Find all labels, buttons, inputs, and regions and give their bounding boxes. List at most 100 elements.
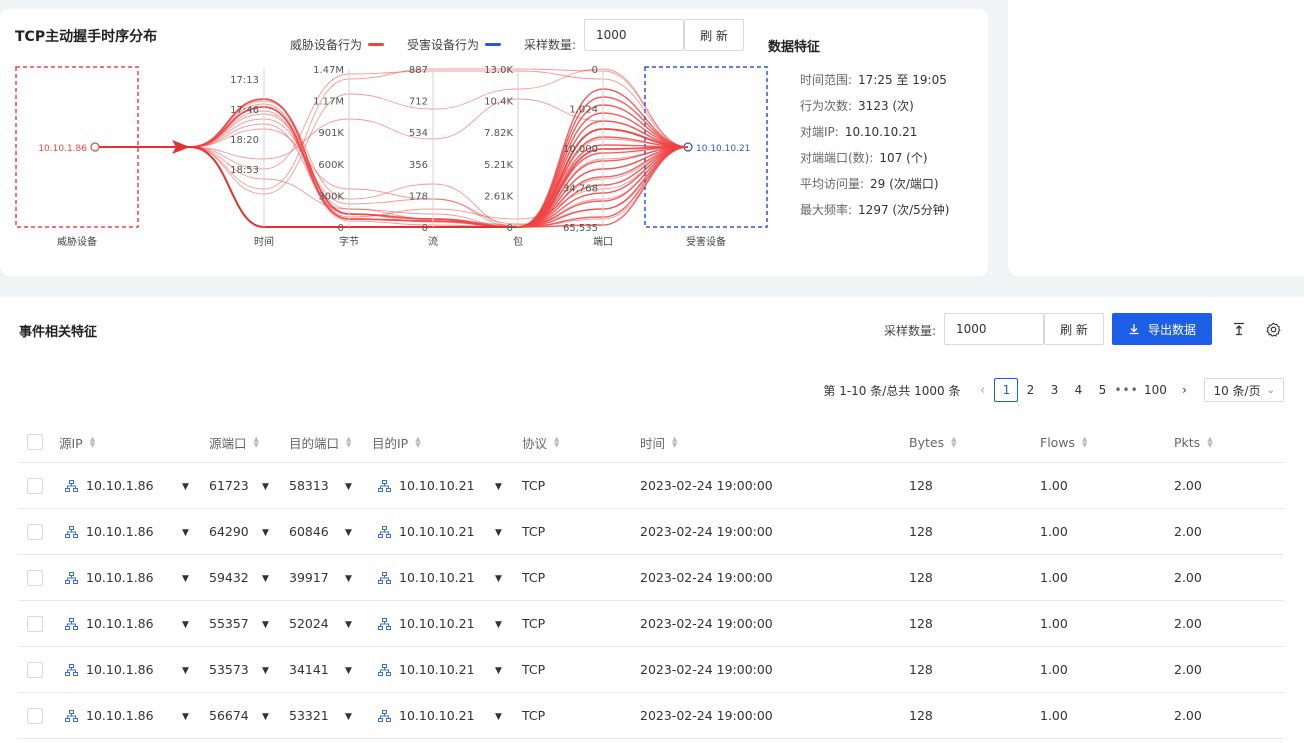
parallel-coordinates-chart: 10.10.1.86 威胁设备 10.10.10.21 受害设备 17:13 17…: [15, 65, 768, 248]
page-2[interactable]: 2: [1018, 378, 1042, 402]
dst-port-dropdown-icon[interactable]: ▼: [345, 712, 352, 722]
col-protocol[interactable]: 协议 ▲ ▼: [522, 422, 559, 462]
src-ip-dropdown-icon[interactable]: ▼: [182, 712, 189, 722]
behavior-polyline[interactable]: [189, 68, 689, 195]
bytes-cell: 128: [909, 708, 933, 723]
table-row[interactable]: 10.10.1.86 ▼ 56674 ▼ 53321 ▼ 10.10.10.21…: [19, 693, 1284, 739]
page-last[interactable]: 100: [1138, 378, 1172, 402]
src-ip-dropdown-icon[interactable]: ▼: [182, 482, 189, 492]
behavior-polyline[interactable]: [189, 70, 689, 170]
src-ip-cell: 10.10.1.86: [65, 463, 154, 508]
src-port-dropdown-icon[interactable]: ▼: [262, 574, 269, 584]
axis-name-label: 字节: [339, 235, 359, 248]
settings-gear-icon[interactable]: [1264, 320, 1282, 338]
col-pkts[interactable]: Pkts ▲ ▼: [1174, 422, 1213, 462]
src-ip-dropdown-icon[interactable]: ▼: [182, 666, 189, 676]
dst-port-cell: 60846: [289, 524, 329, 539]
col-flows[interactable]: Flows ▲ ▼: [1040, 422, 1087, 462]
pkts-cell: 2.00: [1174, 662, 1202, 677]
col-dst-port[interactable]: 目的端口 ▲ ▼: [289, 422, 351, 462]
refresh-button[interactable]: 刷 新: [684, 19, 744, 51]
src-ip-dropdown-icon[interactable]: ▼: [182, 574, 189, 584]
col-bytes[interactable]: Bytes ▲ ▼: [909, 422, 956, 462]
dst-ip-dropdown-icon[interactable]: ▼: [495, 712, 502, 722]
page-size-select[interactable]: 10 条/页 ⌄: [1204, 378, 1284, 402]
col-dst-ip[interactable]: 目的IP ▲ ▼: [372, 422, 421, 462]
row-checkbox[interactable]: [27, 509, 43, 554]
row-checkbox[interactable]: [27, 463, 43, 508]
col-time[interactable]: 时间 ▲ ▼: [640, 422, 677, 462]
column-height-icon[interactable]: [1230, 320, 1248, 338]
axis-tick-label: 1,024: [569, 105, 598, 116]
behavior-polyline[interactable]: [189, 118, 689, 228]
dst-ip-dropdown-icon[interactable]: ▼: [495, 666, 502, 676]
threat-node[interactable]: [90, 142, 100, 152]
network-icon: [378, 571, 391, 584]
dst-port-dropdown-icon[interactable]: ▼: [345, 666, 352, 676]
axis-tick-label: 18:20: [230, 135, 259, 146]
chevron-down-icon: ⌄: [1266, 384, 1275, 396]
table-row[interactable]: 10.10.1.86 ▼ 53573 ▼ 34141 ▼ 10.10.10.21…: [19, 647, 1284, 693]
export-data-button[interactable]: 导出数据: [1112, 313, 1212, 345]
legend-threat[interactable]: 威胁设备行为: [290, 36, 385, 53]
dst-port-dropdown-icon[interactable]: ▼: [345, 574, 352, 584]
dst-port-dropdown-icon[interactable]: ▼: [345, 528, 352, 538]
table-row[interactable]: 10.10.1.86 ▼ 64290 ▼ 60846 ▼ 10.10.10.21…: [19, 509, 1284, 555]
dst-ip-dropdown-icon[interactable]: ▼: [495, 574, 502, 584]
events-refresh-button[interactable]: 刷 新: [1044, 313, 1104, 345]
pagination-total: 第 1-10 条/总共 1000 条: [823, 383, 961, 398]
src-ip-cell: 10.10.1.86: [65, 693, 154, 738]
col-src-port[interactable]: 源端口 ▲ ▼: [209, 422, 259, 462]
feature-peer-ip: 对端IP: 10.10.10.21: [800, 125, 918, 139]
axis-tick-label: 0: [592, 65, 598, 76]
page-ellipsis[interactable]: •••: [1114, 383, 1138, 397]
col-src-ip[interactable]: 源IP ▲ ▼: [59, 422, 95, 462]
polyline-group: [189, 68, 689, 228]
axis-tick-label: 356: [409, 160, 428, 171]
axis-tick-label: 534: [409, 128, 428, 139]
threat-node-label: 10.10.1.86: [38, 144, 87, 154]
events-sample-label: 采样数量:: [884, 324, 937, 338]
events-sample-input[interactable]: [944, 313, 1044, 345]
prev-page-icon[interactable]: ‹: [970, 378, 994, 402]
src-ip-cell: 10.10.1.86: [65, 509, 154, 554]
time-cell: 2023-02-24 19:00:00: [640, 570, 773, 585]
table-row[interactable]: 10.10.1.86 ▼ 59432 ▼ 39917 ▼ 10.10.10.21…: [19, 555, 1284, 601]
table-row[interactable]: 10.10.1.86 ▼ 61723 ▼ 58313 ▼ 10.10.10.21…: [19, 463, 1284, 509]
dst-ip-dropdown-icon[interactable]: ▼: [495, 482, 502, 492]
time-cell: 2023-02-24 19:00:00: [640, 708, 773, 723]
legend-victim[interactable]: 受害设备行为: [407, 36, 502, 53]
src-port-dropdown-icon[interactable]: ▼: [262, 712, 269, 722]
axis-tick-label: 34,768: [563, 184, 598, 195]
legend-threat-label: 威胁设备行为: [290, 38, 363, 52]
sort-icon: ▲ ▼: [1082, 435, 1088, 449]
axis-tick-label: 300K: [318, 191, 344, 202]
chart-title: TCP主动握手时序分布: [15, 29, 158, 45]
src-port-dropdown-icon[interactable]: ▼: [262, 620, 269, 630]
src-port-dropdown-icon[interactable]: ▼: [262, 528, 269, 538]
row-checkbox[interactable]: [27, 647, 43, 692]
behavior-polyline[interactable]: [189, 100, 689, 228]
row-checkbox[interactable]: [27, 693, 43, 738]
src-port-dropdown-icon[interactable]: ▼: [262, 482, 269, 492]
row-checkbox[interactable]: [27, 601, 43, 646]
src-ip-dropdown-icon[interactable]: ▼: [182, 528, 189, 538]
table-row[interactable]: 10.10.1.86 ▼ 55357 ▼ 52024 ▼ 10.10.10.21…: [19, 601, 1284, 647]
axis-tick-label: 17:46: [230, 105, 259, 116]
page-1[interactable]: 1: [994, 378, 1019, 402]
sample-count-input[interactable]: [584, 19, 684, 51]
row-checkbox[interactable]: [27, 555, 43, 600]
dst-ip-dropdown-icon[interactable]: ▼: [495, 528, 502, 538]
dst-ip-dropdown-icon[interactable]: ▼: [495, 620, 502, 630]
next-page-icon[interactable]: ›: [1172, 378, 1196, 402]
page-3[interactable]: 3: [1042, 378, 1066, 402]
src-port-dropdown-icon[interactable]: ▼: [262, 666, 269, 676]
behavior-polyline[interactable]: [189, 113, 689, 228]
dst-port-dropdown-icon[interactable]: ▼: [345, 482, 352, 492]
dst-port-dropdown-icon[interactable]: ▼: [345, 620, 352, 630]
page-5[interactable]: 5: [1090, 378, 1114, 402]
axis-tick-label: 712: [409, 97, 428, 108]
page-4[interactable]: 4: [1066, 378, 1090, 402]
select-all-checkbox[interactable]: [27, 422, 43, 462]
src-ip-dropdown-icon[interactable]: ▼: [182, 620, 189, 630]
